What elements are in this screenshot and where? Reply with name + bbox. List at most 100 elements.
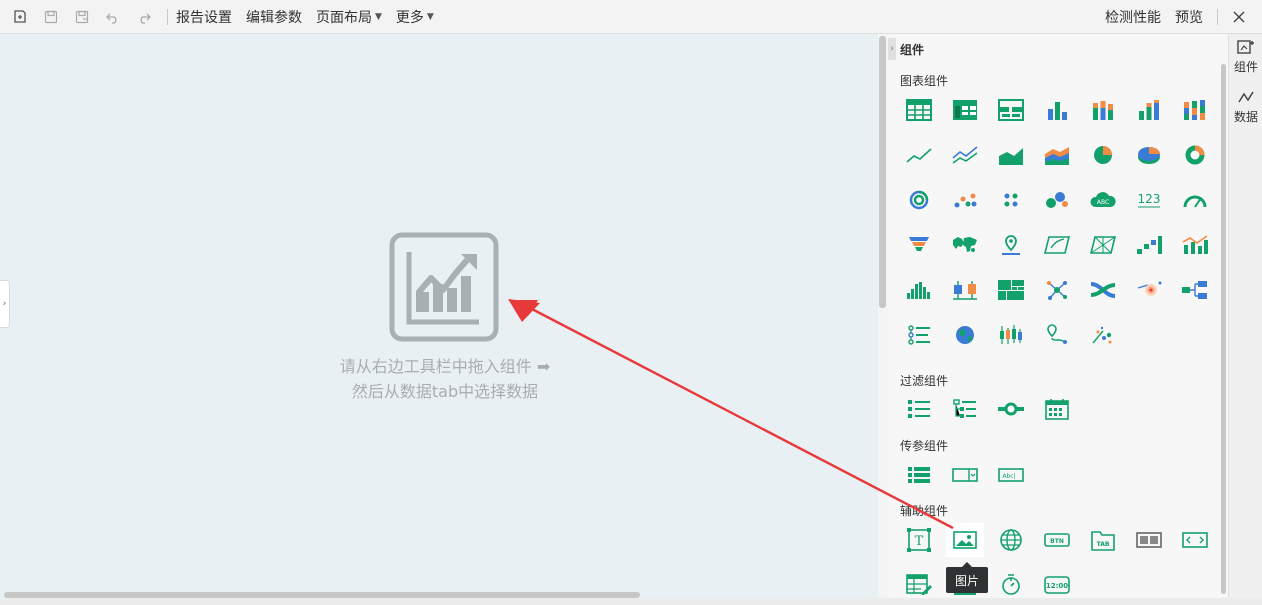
candlestick-icon[interactable] bbox=[992, 318, 1030, 352]
empty-canvas-hint: 请从右边工具栏中拖入组件 ➡ 然后从数据tab中选择数据 bbox=[300, 354, 590, 404]
image-tooltip: 图片 bbox=[946, 562, 988, 593]
multi-donut-icon[interactable] bbox=[900, 183, 938, 217]
area-chart-icon[interactable] bbox=[992, 138, 1030, 172]
time-text: 12:00 bbox=[1046, 582, 1068, 590]
heat-point-icon[interactable] bbox=[1130, 273, 1168, 307]
right-rail: 组件 数据 bbox=[1228, 34, 1262, 598]
scatter-line-icon[interactable] bbox=[1084, 318, 1122, 352]
flow-map-icon[interactable] bbox=[1038, 228, 1076, 262]
panel-scrollbar[interactable] bbox=[1221, 64, 1226, 594]
pie-chart-icon[interactable] bbox=[1084, 138, 1122, 172]
top-toolbar: 报告设置 编辑参数 页面布局 ▼ 更多 ▼ 检测性能 预览 bbox=[0, 0, 1262, 34]
text-input-param-icon[interactable]: Abc| bbox=[992, 458, 1030, 492]
text-t: T bbox=[915, 534, 924, 549]
hint-line-1: 请从右边工具栏中拖入组件 bbox=[339, 357, 532, 376]
network-graph-icon[interactable] bbox=[1038, 273, 1076, 307]
gauge-icon[interactable] bbox=[1176, 183, 1214, 217]
number-card-icon[interactable]: 123 bbox=[1130, 183, 1168, 217]
box-plot-icon[interactable] bbox=[946, 273, 984, 307]
clock-component-icon[interactable]: 12:00 bbox=[1038, 568, 1076, 602]
treemap-icon[interactable] bbox=[992, 273, 1030, 307]
donut-chart-icon[interactable] bbox=[1176, 138, 1214, 172]
chevron-down-icon: ▼ bbox=[375, 11, 382, 22]
canvas-horizontal-scrollbar[interactable] bbox=[4, 592, 640, 598]
percent-bar-icon[interactable] bbox=[1130, 93, 1168, 127]
chevron-down-icon: ▼ bbox=[426, 11, 434, 22]
expand-left-panel-handle[interactable]: › bbox=[0, 280, 10, 328]
undo-icon[interactable] bbox=[102, 6, 124, 28]
report-block-icon[interactable] bbox=[900, 568, 938, 602]
close-icon[interactable] bbox=[1228, 6, 1250, 28]
preview-button[interactable]: 预览 bbox=[1175, 7, 1203, 27]
rail-tab-components[interactable]: 组件 bbox=[1229, 40, 1262, 75]
combo-chart-icon[interactable] bbox=[1176, 228, 1214, 262]
point-chart-icon[interactable] bbox=[992, 183, 1030, 217]
sankey-icon[interactable] bbox=[1084, 273, 1122, 307]
param-list-icon[interactable] bbox=[900, 458, 938, 492]
timer-component-icon[interactable] bbox=[992, 568, 1030, 602]
tab-component-icon[interactable]: TAB bbox=[1084, 523, 1122, 557]
split-container-icon[interactable] bbox=[1130, 523, 1168, 557]
web-component-icon[interactable] bbox=[992, 523, 1030, 557]
menu-page-layout[interactable]: 页面布局 ▼ bbox=[316, 7, 382, 27]
crosstab-icon[interactable] bbox=[946, 93, 984, 127]
globe-chart-icon[interactable] bbox=[946, 318, 984, 352]
save-as-icon[interactable] bbox=[71, 6, 93, 28]
scatter-chart-icon[interactable] bbox=[946, 183, 984, 217]
dropdown-param-icon[interactable] bbox=[946, 458, 984, 492]
check-performance-button[interactable]: 检测性能 bbox=[1105, 7, 1161, 27]
range-list-icon[interactable] bbox=[900, 318, 938, 352]
section-param-components: 传参组件 bbox=[900, 439, 949, 453]
menu-label: 报告设置 bbox=[176, 9, 232, 26]
world-map-icon[interactable] bbox=[946, 228, 984, 262]
abc-text: ABC bbox=[1097, 199, 1109, 206]
canvas-vertical-scrollbar[interactable] bbox=[879, 36, 886, 308]
histogram-icon[interactable] bbox=[900, 273, 938, 307]
section-aux-components: 辅助组件 bbox=[900, 504, 949, 518]
tree-filter-icon[interactable] bbox=[946, 392, 984, 426]
save-icon[interactable] bbox=[40, 6, 62, 28]
report-canvas[interactable]: › 请从右边工具栏中拖入组件 ➡ 然后从数据tab中选择数据 bbox=[0, 34, 878, 598]
list-filter-icon[interactable] bbox=[900, 392, 938, 426]
stacked-area-icon[interactable] bbox=[1038, 138, 1076, 172]
menu-report-settings[interactable]: 报告设置 bbox=[176, 7, 232, 27]
multi-stacked-bar-icon[interactable] bbox=[1176, 93, 1214, 127]
date-filter-icon[interactable] bbox=[1038, 392, 1076, 426]
new-report-icon[interactable] bbox=[9, 6, 31, 28]
rail-label: 数据 bbox=[1233, 110, 1258, 124]
chevron-right-icon: › bbox=[2, 299, 7, 309]
heat-map-icon[interactable] bbox=[1084, 228, 1122, 262]
word-cloud-icon[interactable]: ABC bbox=[1084, 183, 1122, 217]
collapse-panel-handle[interactable]: › bbox=[888, 38, 896, 60]
multi-line-chart-icon[interactable] bbox=[946, 138, 984, 172]
component-add-icon bbox=[1237, 40, 1254, 54]
menu-more[interactable]: 更多 ▼ bbox=[396, 7, 434, 27]
bar-chart-icon[interactable] bbox=[1038, 93, 1076, 127]
tab-text: TAB bbox=[1097, 541, 1110, 548]
text-component-icon[interactable]: T bbox=[900, 523, 938, 557]
image-component-icon[interactable] bbox=[946, 523, 984, 557]
data-chart-icon bbox=[1238, 91, 1254, 103]
section-filter-components: 过滤组件 bbox=[900, 374, 949, 388]
track-map-icon[interactable] bbox=[1038, 318, 1076, 352]
tree-chart-icon[interactable] bbox=[1176, 273, 1214, 307]
carousel-component-icon[interactable] bbox=[1176, 523, 1214, 557]
chevron-right-icon: › bbox=[890, 44, 894, 54]
component-panel: › 组件 图表组件 ABC 123 过滤组件 传参组件 Abc| 辅助组件 T … bbox=[888, 34, 1228, 598]
rail-tab-data[interactable]: 数据 bbox=[1229, 90, 1262, 125]
3d-pie-chart-icon[interactable] bbox=[1130, 138, 1168, 172]
step-chart-icon[interactable] bbox=[1130, 228, 1168, 262]
line-chart-icon[interactable] bbox=[900, 138, 938, 172]
hint-line-2: 然后从数据tab中选择数据 bbox=[351, 382, 539, 401]
slider-filter-icon[interactable] bbox=[992, 392, 1030, 426]
button-component-icon[interactable]: BTN bbox=[1038, 523, 1076, 557]
menu-edit-params[interactable]: 编辑参数 bbox=[246, 7, 302, 27]
stacked-bar-icon[interactable] bbox=[1084, 93, 1122, 127]
funnel-chart-icon[interactable] bbox=[900, 228, 938, 262]
redo-icon[interactable] bbox=[133, 6, 155, 28]
table-icon[interactable] bbox=[900, 93, 938, 127]
detail-table-icon[interactable] bbox=[992, 93, 1030, 127]
bubble-chart-icon[interactable] bbox=[1038, 183, 1076, 217]
point-map-icon[interactable] bbox=[992, 228, 1030, 262]
chart-placeholder-icon bbox=[389, 232, 499, 342]
